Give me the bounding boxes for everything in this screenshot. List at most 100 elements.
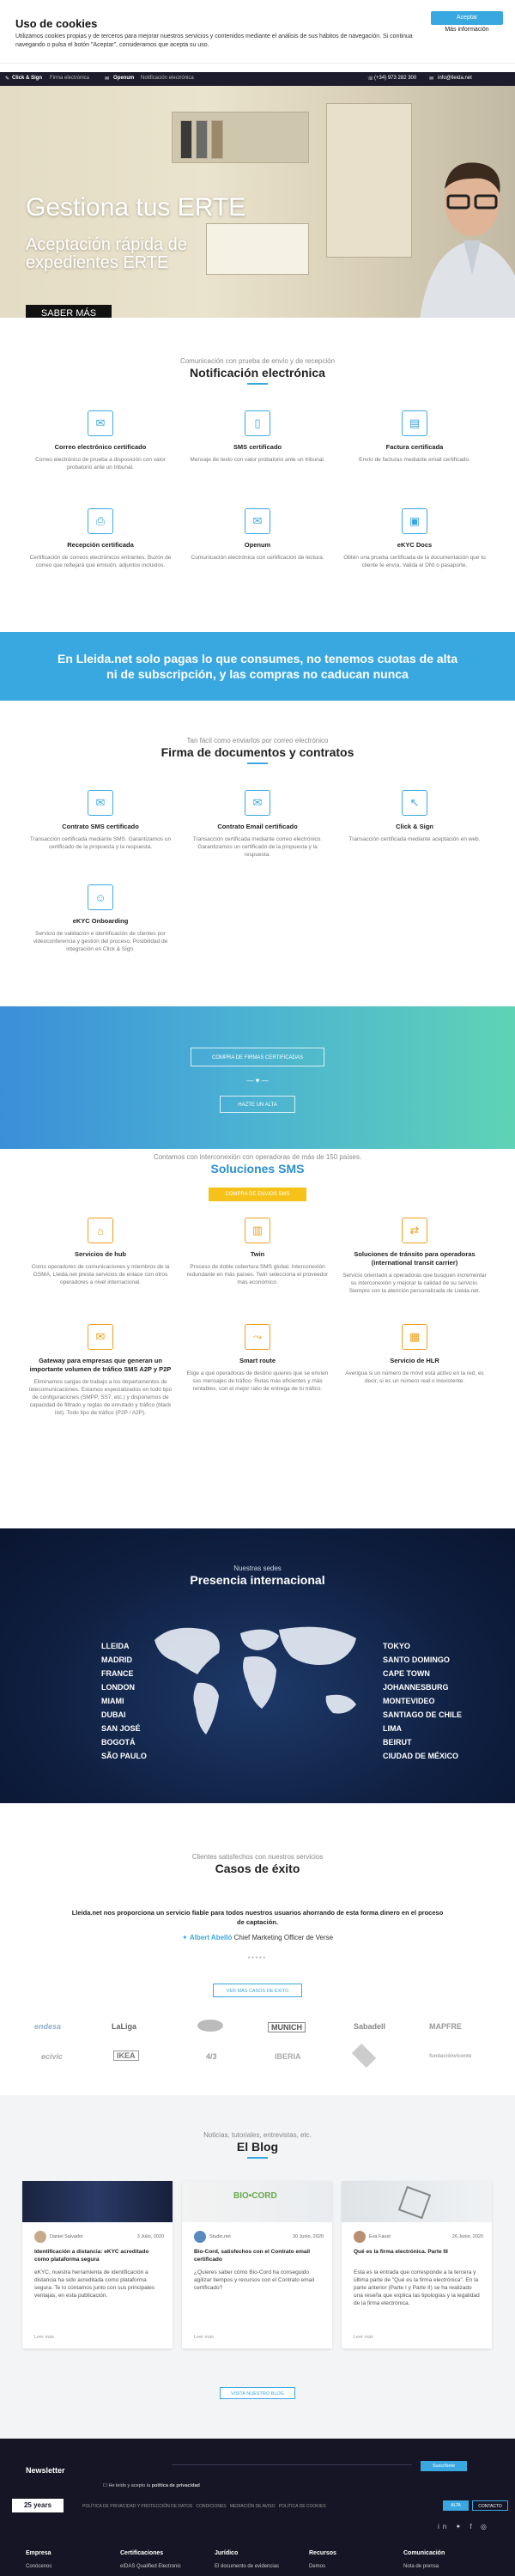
feature-recepcion-certificada[interactable]: ⎙ Recepción certificada Certificación de… [27,508,173,569]
topbar-email[interactable]: info@lleida.net [438,76,472,81]
topbar-phone[interactable]: (+34) 973 282 300 [374,76,416,81]
feature-gateway[interactable]: ✉ Gateway para empresas que generan un i… [27,1324,173,1417]
hero-binder [211,120,223,159]
client-logo: fundaciónvicente [429,2054,472,2059]
city-label: BEIRUT [383,1738,412,1747]
signup-banner: COMPRA DE FIRMAS CERTIFICADAS — ♥ — HAZT… [0,1006,515,1149]
more-cases-button[interactable]: VER MÁS CASOS DE ÉXITO [213,1984,302,1997]
title-underline [247,2157,268,2159]
hero-banner: Gestiona tus ERTE Aceptación rápida de e… [0,86,515,318]
newsletter-title: Newsletter [26,2466,65,2475]
blog-card-title[interactable]: Qué es la firma electrónica. Parte III [354,2248,482,2256]
blog-card[interactable]: BIO•CORD Studio.net 30 Junio, 2020 Bio-Co… [182,2181,332,2348]
feature-text: Transacción certificada mediante correo … [192,836,323,858]
feature-sms-certificado[interactable]: ▯ SMS certificado Mensaje de texto con v… [185,410,330,464]
footer-link[interactable]: MEDIACIÓN DE AVISO [230,2504,276,2509]
blog-card-title[interactable]: Identificación a distancia: eKYC acredit… [34,2248,163,2263]
client-logo: Sabadell [354,2022,386,2031]
city-label: BOGOTÁ [101,1738,136,1747]
title-underline [247,762,268,764]
read-more-link[interactable]: Leer más [194,2335,214,2340]
blog-card[interactable]: Daniel Salvador 3 Julio, 2020 Identificac… [22,2181,173,2348]
blog-card-image [182,2181,332,2222]
topbar-click-sign[interactable]: Click & Sign [12,76,42,81]
city-label: LIMA [383,1724,402,1733]
footer-link[interactable]: CONDICIONES [196,2504,226,2509]
privacy-checkbox[interactable]: ☐ He leído y acepto la política de priva… [103,2483,200,2488]
blog-card-author: Studio.net [209,2234,231,2239]
feature-click-sign[interactable]: ↖ Click & Sign Transacción certificada m… [342,790,488,843]
feature-ekyc-docs[interactable]: ▣ eKYC Docs Obtén una prueba certificada… [342,508,488,569]
notif-title: Notificación electrónica [190,366,325,380]
hub-icon: ⌂ [88,1218,113,1243]
feature-openum[interactable]: ✉ Openum Comunicación electrónica con ce… [185,508,330,562]
feature-title: Contrato Email certificado [217,823,298,830]
contact-footer-button[interactable]: CONTACTO [472,2500,508,2511]
buy-sms-button[interactable]: COMPRA DE ENVIOS SMS [209,1188,306,1201]
hero-person-image [420,162,515,318]
feature-contrato-email[interactable]: ✉ Contrato Email certificado Transacción… [185,790,330,859]
client-logo-diamond [351,2043,377,2069]
feature-title: Gateway para empresas que generan un imp… [29,1357,172,1373]
blog-card[interactable]: Eva Faust 26 Junio, 2020 Qué es la firma … [342,2181,492,2348]
client-logo: endesa [34,2022,62,2031]
buy-signatures-button[interactable]: COMPRA DE FIRMAS CERTIFICADAS [191,1048,324,1066]
topbar-click-sign-sub: Firma electrónica [50,76,90,81]
blog-card-date: 3 Julio, 2020 [136,2234,164,2239]
feature-text: Eliminamos cargas de trabajo a los depar… [28,1379,173,1416]
footer-col-link[interactable]: eIDAS Qualified Electronic [120,2564,181,2569]
city-label: CIUDAD DE MÉXICO [383,1752,459,1760]
city-label: TOKYO [383,1642,410,1650]
footer-col-recursos: Recursos Demos [309,2550,336,2569]
feature-ekyc-onboarding[interactable]: ☺ eKYC Onboarding Servicio de validación… [27,884,173,953]
hero-cta-button[interactable]: SABER MÁS [26,305,112,318]
testimonial-author-role: Chief Marketing Officer de Verse [233,1934,334,1941]
subscribe-button[interactable]: Suscríbete [421,2461,467,2471]
envelope-icon: ✉ [88,410,113,436]
world-map-image [154,1626,356,1735]
feature-email-certificado[interactable]: ✉ Correo electrónico certificado Correo … [27,410,173,471]
route-icon: ⤳ [245,1324,270,1350]
footer-col-link[interactable]: El documento de evidencias [215,2564,279,2569]
read-more-link[interactable]: Leer más [354,2335,373,2340]
footer-link[interactable]: POLÍTICA DE COOKIES [279,2504,326,2509]
city-label: MONTEVIDEO [383,1697,435,1705]
footer-col-comunicacion: Comunicación Nota de prensa [403,2550,445,2569]
topbar-openum[interactable]: Openum [113,76,134,81]
feature-hlr[interactable]: ▦ Servicio de HLR Averigua si un número … [342,1324,488,1385]
blog-card-title[interactable]: Bio-Cord, satisfechos con el Contrato em… [194,2248,323,2263]
blog-subtitle: Noticias, tutoriales, entrevistas, etc. [203,2131,312,2139]
privacy-link[interactable]: política de privacidad [152,2483,200,2488]
feature-factura-certificada[interactable]: ▤ Factura certificada Envío de facturas … [342,410,488,464]
signup-button[interactable]: HAZTE UN ALTA [220,1096,295,1113]
footer-col-link[interactable]: Nota de prensa [403,2564,445,2569]
sms-title: Soluciones SMS [210,1162,305,1176]
social-icons[interactable]: in ✦ f ◎ [438,2523,490,2530]
client-logo: ecivic [41,2052,64,2061]
footer-col-title: Jurídico [215,2550,239,2556]
feature-transit[interactable]: ⇄ Soluciones de tránsito para operadoras… [342,1218,488,1295]
feature-hub[interactable]: ⌂ Servicios de hub Como operadores de co… [27,1218,173,1286]
intl-title: Presencia internacional [190,1573,325,1587]
feature-contrato-sms[interactable]: ✉ Contrato SMS certificado Transacción c… [27,790,173,851]
feature-title: eKYC Onboarding [72,917,129,925]
signup-footer-button[interactable]: ALTA [443,2500,469,2511]
footer-col-link[interactable]: Conócenos [26,2564,52,2569]
city-label: CAPE TOWN [383,1669,430,1678]
feature-smart-route[interactable]: ⤳ Smart route Elige a qué operadoras de … [185,1324,330,1393]
more-info-link[interactable]: Más información [431,27,503,33]
accept-cookies-button[interactable]: Aceptar [431,11,503,25]
footer-col-link[interactable]: Demos [309,2564,336,2569]
cases-title: Casos de éxito [215,1862,300,1875]
visit-blog-button[interactable]: VISITA NUESTRO BLOG [220,2387,295,2399]
carousel-dots[interactable]: ••••• [240,1955,275,1961]
invoice-icon: ▤ [402,410,427,436]
newsletter-input[interactable] [172,2464,412,2465]
read-more-link[interactable]: Leer más [34,2335,54,2340]
id-card-icon: ▣ [402,508,427,534]
feature-twin[interactable]: ▥ Twin Proceso de doble cobertura SMS gl… [185,1218,330,1286]
city-label: SÃO PAULO [101,1752,147,1760]
footer-link[interactable]: POLÍTICA DE PRIVACIDAD Y PROTECCIÓN DE D… [82,2504,192,2509]
feature-title: Soluciones de tránsito para operadoras (… [354,1250,476,1267]
face-id-icon: ☺ [88,884,113,910]
